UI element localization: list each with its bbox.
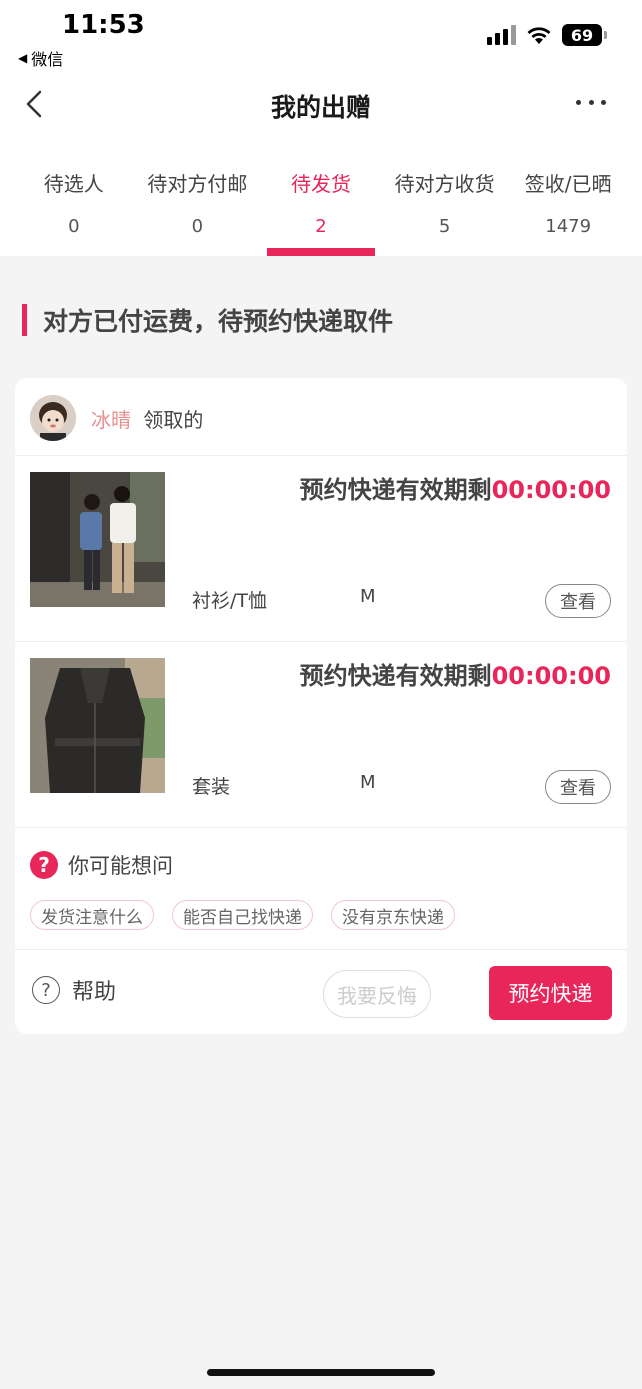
receiver-suffix: 领取的 [143,408,204,432]
receiver-avatar[interactable] [30,395,76,441]
tab-label: 待选人 [43,172,104,196]
section-heading: 对方已付运费，待预约快递取件 [22,303,393,337]
faq-chip[interactable]: 能否自己找快递 [172,900,313,930]
back-to-app-link[interactable]: ◀ 微信 [18,46,63,70]
tab-count: 5 [438,216,451,237]
help-button[interactable]: ? 帮助 [32,974,116,1006]
deadline-text: 预约快递有效期剩00:00:00 [300,470,611,505]
faq-chip[interactable]: 没有京东快递 [331,900,455,930]
item-category: 套装 [192,776,231,798]
section-accent-bar [22,304,27,336]
back-app-label: 微信 [31,50,64,69]
help-circle-icon: ? [32,976,60,1004]
book-courier-button[interactable]: 预约快递 [489,966,612,1020]
list-item[interactable]: 预约快递有效期剩00:00:00 衬衫/T恤 M 查看 [15,456,627,642]
more-dots-icon [576,99,581,105]
nav-bar: 我的出赠 [0,70,642,140]
deadline-countdown: 00:00:00 [491,476,611,504]
page-title: 我的出赠 [270,93,371,122]
deadline-label: 预约快递有效期剩 [299,662,492,690]
deadline-countdown: 00:00:00 [491,662,611,690]
regret-button[interactable]: 我要反悔 [323,970,431,1018]
receiver-line: 冰晴 领取的 [91,404,203,433]
tab-count: 0 [68,216,80,237]
tab-label: 待发货 [290,172,351,196]
status-icons: 69 [487,24,607,46]
tab-count: 0 [191,216,204,237]
faq-section: ? 你可能想问 发货注意什么 能否自己找快递 没有京东快递 [15,828,627,950]
tab-received[interactable]: 签收/已晒 1479 [506,140,630,256]
item-size: M [360,586,376,607]
deadline-text: 预约快递有效期剩00:00:00 [300,656,611,691]
tab-pending-receive[interactable]: 待对方收货 5 [383,140,507,256]
faq-chips: 发货注意什么 能否自己找快递 没有京东快递 [30,900,455,930]
status-tabs: 待选人 0 待对方付邮 0 待发货 2 待对方收货 5 签收/已晒 1479 [0,140,642,256]
wifi-icon [526,25,552,45]
help-label: 帮助 [72,980,117,1005]
card-header: 冰晴 领取的 [15,378,627,456]
list-item[interactable]: 预约快递有效期剩00:00:00 套装 M 查看 [15,642,627,828]
more-button[interactable] [576,92,606,112]
tab-label: 待对方付邮 [147,172,248,196]
status-bar: 11:53 ◀ 微信 69 [0,0,642,70]
item-size: M [360,772,376,793]
deadline-label: 预约快递有效期剩 [299,476,492,504]
tab-pending-select[interactable]: 待选人 0 [12,140,136,256]
tab-pending-postage[interactable]: 待对方付邮 0 [136,140,260,256]
battery-icon: 69 [562,24,607,46]
status-time: 11:53 [62,10,145,40]
receiver-name[interactable]: 冰晴 [91,408,131,432]
action-bar: ? 帮助 我要反悔 预约快递 [15,950,627,1034]
tab-label: 签收/已晒 [524,172,612,196]
tab-count: 1479 [545,216,592,237]
section-heading-text: 对方已付运费，待预约快递取件 [43,307,394,336]
cellular-signal-icon [487,25,516,45]
tab-label: 待对方收货 [394,172,495,196]
faq-title: ? 你可能想问 [30,850,173,880]
item-category: 衬衫/T恤 [192,590,268,612]
tab-count: 2 [315,216,327,237]
gift-card: 冰晴 领取的 预约快递有效期剩00:00:00 衬衫/T恤 M 查看 预约快递有… [15,378,627,1034]
home-indicator[interactable] [207,1369,435,1376]
item-photo [30,658,165,793]
faq-chip[interactable]: 发货注意什么 [30,900,154,930]
active-tab-indicator [267,248,375,256]
tab-pending-ship[interactable]: 待发货 2 [259,140,383,256]
view-button[interactable]: 查看 [545,770,611,804]
view-button[interactable]: 查看 [545,584,611,618]
faq-title-label: 你可能想问 [68,854,173,878]
item-photo [30,472,165,607]
back-triangle-icon: ◀ [18,51,28,65]
question-mark-icon: ? [30,851,58,879]
